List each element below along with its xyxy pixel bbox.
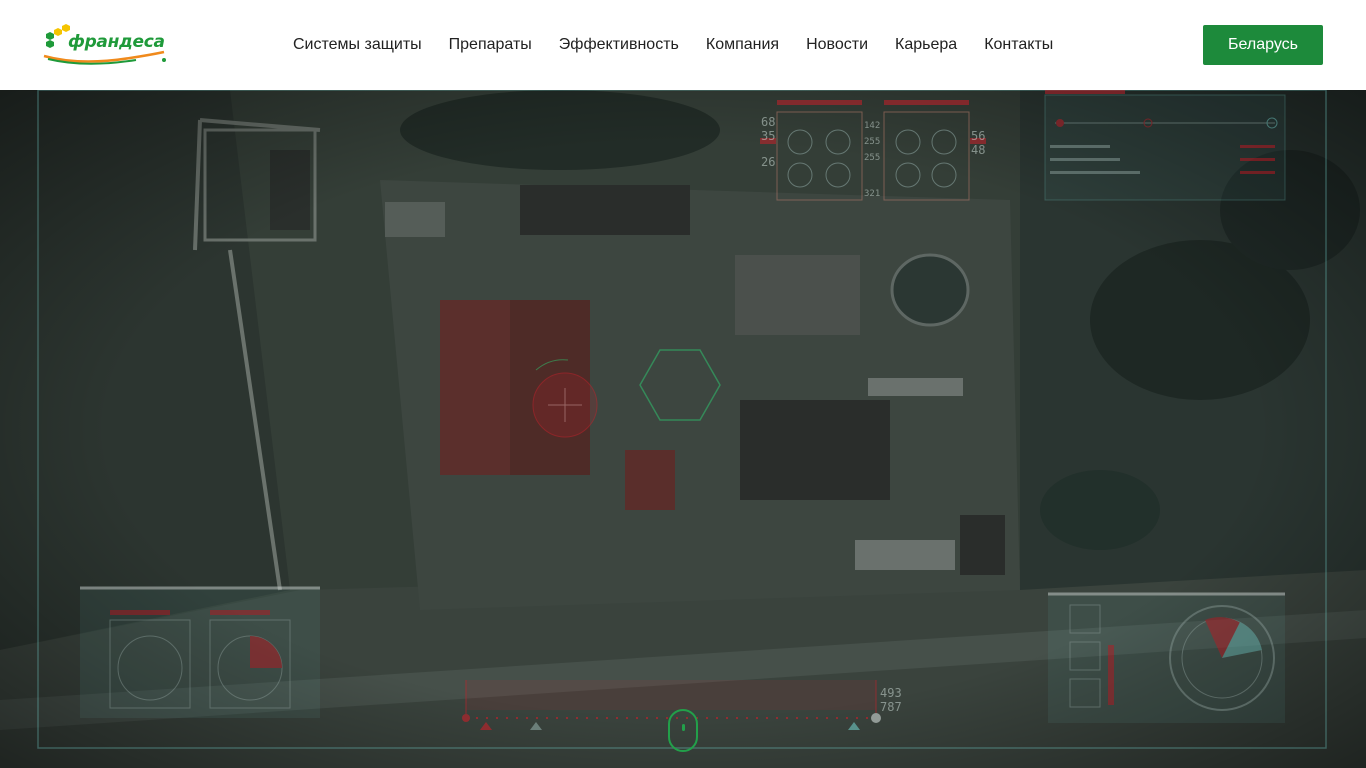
nav-item-news[interactable]: Новости [806,36,868,54]
hud-bottom-left-panel [80,586,320,718]
frandesa-logo[interactable]: франдеса [40,22,170,66]
hud-readout: 255 [864,137,881,147]
hud-readout: 255 [864,153,881,163]
hud-readout: 142 [864,121,881,131]
hud-top-right-panel [1044,90,1286,201]
nav-item-products[interactable]: Препараты [449,36,532,54]
hud-readout: 35 [761,129,776,143]
aerial-farm-image [0,90,1366,768]
hud-readout: 26 [761,155,776,169]
hud-readout: 68 [761,115,776,129]
hud-readout: 56 [971,129,986,143]
hud-bottom-right-radar [1048,592,1285,723]
hud-readout: 787 [880,700,902,714]
logo-text: франдеса [68,32,165,52]
nav-item-career[interactable]: Карьера [895,36,957,54]
hud-readout: 48 [971,143,986,157]
nav-item-contacts[interactable]: Контакты [984,36,1053,54]
hud-readout: 321 [864,189,881,199]
nav-item-protection-systems[interactable]: Системы защиты [293,36,422,54]
main-nav: Системы защиты Препараты Эффективность К… [293,0,1080,90]
nav-item-effectiveness[interactable]: Эффективность [559,36,679,54]
hero-video-background: 68 35 26 142 255 255 321 56 48 493 787 [0,90,1366,768]
scroll-wheel-dot [682,724,685,731]
hud-readout: 493 [880,686,902,700]
region-select-button[interactable]: Беларусь [1203,25,1323,65]
site-header: франдеса Системы защиты Препараты Эффект… [0,0,1366,90]
scroll-down-mouse-icon[interactable] [668,709,698,752]
nav-item-company[interactable]: Компания [706,36,779,54]
